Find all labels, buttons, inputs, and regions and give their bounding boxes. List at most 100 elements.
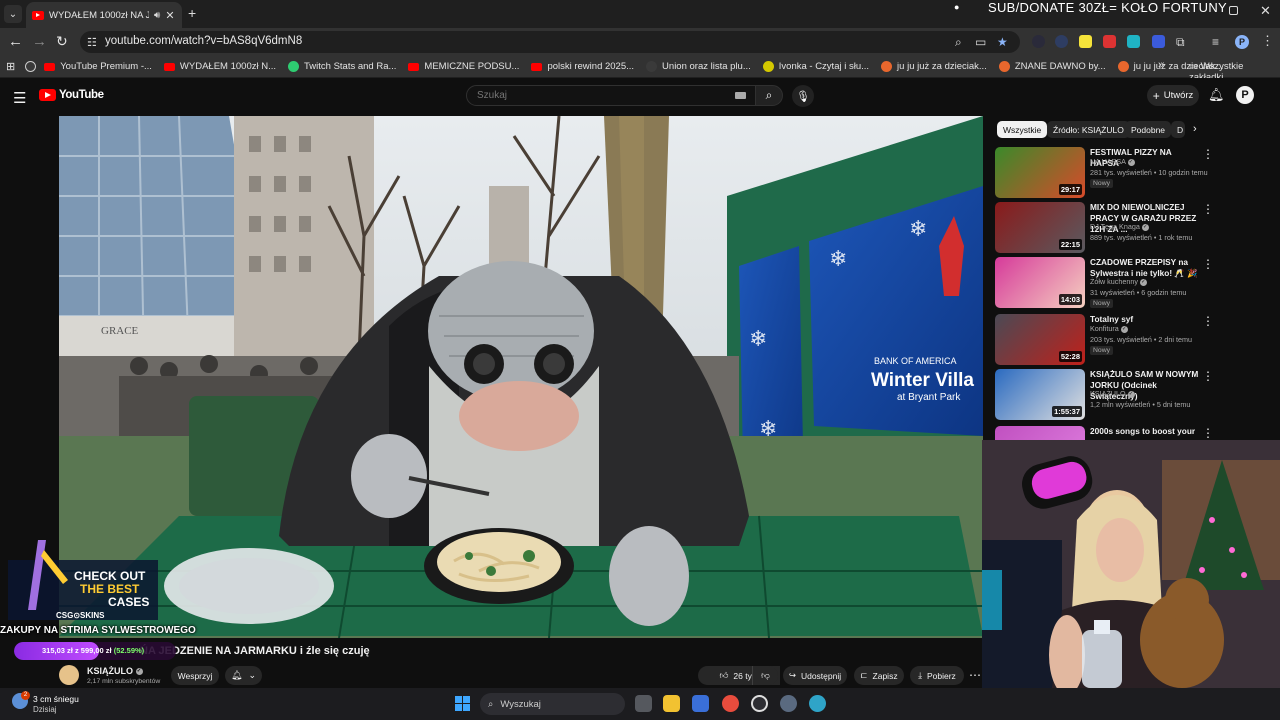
taskbar-search[interactable]: ⌕ Wyszukaj (480, 693, 625, 715)
dislike-button[interactable]: 👎︎ (752, 666, 778, 685)
chrome-menu-icon[interactable]: ⋮ (1261, 33, 1274, 49)
extension-icon[interactable] (1079, 35, 1092, 48)
search-input[interactable] (477, 90, 717, 101)
restore-window-icon[interactable] (1229, 6, 1238, 15)
recommended-video[interactable]: 14:03 CZADOWE PRZEPISY na Sylwestra i nie… (995, 257, 1225, 309)
support-button[interactable]: Wesprzyj (171, 666, 219, 685)
more-options-icon[interactable]: ⋮ (1202, 369, 1214, 383)
chip-similar[interactable]: Podobne (1125, 121, 1172, 138)
share-button[interactable]: ↪ Udostępnij (783, 666, 847, 685)
recommended-video[interactable]: 29:17 FESTIWAL PIZZY NA HAPSA NA HAPSA ✓ 28… (995, 147, 1225, 199)
reading-list-icon[interactable]: ≡ (1212, 35, 1219, 49)
file-explorer-icon[interactable] (663, 695, 680, 712)
video-thumbnail[interactable] (995, 426, 1085, 440)
create-button[interactable]: + Utwórz (1147, 85, 1199, 106)
windows-start-icon[interactable] (455, 696, 470, 711)
bookmark-item[interactable]: ju ju już za dzieciak... (881, 61, 987, 72)
recommended-video[interactable]: 1:55:37 KSIĄŻULO SAM W NOWYM JORKU (Odcin… (995, 369, 1225, 421)
recommended-video[interactable]: 2000s songs to boost your ⋮ (995, 426, 1225, 440)
chevron-right-icon[interactable]: › (1193, 123, 1197, 135)
youtube-logo[interactable]: YouTube (39, 89, 104, 101)
tab-search-button[interactable]: ⌄ (4, 5, 22, 23)
bookmark-item[interactable]: MEMICZNE PODSU... (408, 61, 519, 72)
chip-all[interactable]: Wszystkie (997, 121, 1048, 138)
bookmark-item[interactable]: Union oraz lista plu... (646, 61, 751, 72)
weather-text[interactable]: 3 cm śniegu (33, 694, 79, 704)
keyboard-icon[interactable] (735, 92, 746, 99)
new-tab-button[interactable]: + (188, 5, 196, 21)
bookmark-item[interactable]: WYDAŁEM 1000zł N... (163, 61, 276, 72)
store-icon[interactable] (692, 695, 709, 712)
more-options-icon[interactable]: ⋮ (1202, 147, 1214, 161)
chrome-icon[interactable] (722, 695, 739, 712)
video-thumbnail[interactable]: 1:55:37 (995, 369, 1085, 420)
more-options-icon[interactable]: ⋮ (1202, 314, 1214, 328)
search-icon: ⌕ (765, 88, 773, 102)
channel-name[interactable]: KSIĄŻULO ✓ (1090, 389, 1135, 398)
bookmark-icon-only[interactable] (25, 61, 37, 72)
account-avatar[interactable]: P (1236, 86, 1254, 104)
video-thumbnail[interactable]: 22:15 (995, 202, 1085, 253)
zoom-icon[interactable]: ⌕ (955, 35, 962, 50)
bookmark-star-icon[interactable]: ★ (997, 35, 1008, 49)
video-title[interactable]: 2000s songs to boost your (1090, 426, 1200, 437)
more-options-icon[interactable]: ⋮ (1202, 426, 1214, 440)
voice-search-button[interactable]: 🎙︎ (792, 85, 814, 107)
video-thumbnail[interactable]: 29:17 (995, 147, 1085, 198)
extension-icon[interactable] (1032, 35, 1045, 48)
forward-arrow-icon[interactable]: → (32, 33, 47, 50)
notifications-bell-icon[interactable]: 🔔︎ (1208, 87, 1225, 103)
extensions-puzzle-icon[interactable]: ⧉ (1176, 35, 1185, 50)
cast-icon[interactable]: ▭ (975, 35, 986, 49)
channel-name[interactable]: Konfitura ✓ (1090, 324, 1128, 333)
bookmark-item[interactable]: ZNANE DAWNO by... (998, 61, 1106, 72)
bookmark-item[interactable]: YouTube Premium -... (44, 61, 152, 72)
task-view-icon[interactable] (635, 695, 652, 712)
apps-icon[interactable]: ⊞ (6, 60, 15, 73)
bookmark-item[interactable]: polski rewind 2025... (531, 61, 634, 72)
search-button[interactable]: ⌕ (755, 85, 783, 106)
more-bookmarks-icon[interactable]: » (1158, 59, 1164, 71)
more-actions-icon[interactable]: ⋯ (969, 668, 981, 682)
extension-icon[interactable] (1055, 35, 1068, 48)
close-tab-icon[interactable]: ✕ (165, 9, 174, 22)
bookmark-item[interactable]: Twitch Stats and Ra... (288, 61, 396, 72)
menu-icon[interactable]: ☰ (13, 89, 26, 107)
speaker-icon[interactable]: 🔊︎ (154, 10, 160, 21)
back-arrow-icon[interactable]: ← (8, 33, 23, 50)
video-thumbnail[interactable]: 52:28 (995, 314, 1085, 365)
channel-name[interactable]: DJ Tęga Knaga ✓ (1090, 222, 1149, 231)
channel-name[interactable]: NA HAPSA ✓ (1090, 157, 1135, 166)
recommended-video[interactable]: 52:28 Totalny syf Konfitura ✓ 203 tys. wyśw… (995, 314, 1225, 366)
video-duration: 1:55:37 (1052, 406, 1082, 417)
channel-name[interactable]: Żółw kuchenny ✓ (1090, 277, 1147, 286)
chip-next-partial[interactable]: D (1171, 121, 1185, 138)
close-window-icon[interactable]: ✕ (1260, 3, 1271, 19)
video-player[interactable]: GRACE ❄❄❄❄❄❄ BANK OF AMERICA Winter Vill… (59, 116, 983, 638)
extension-icon[interactable] (1103, 35, 1116, 48)
more-options-icon[interactable]: ⋮ (1202, 257, 1214, 271)
notification-settings-button[interactable]: 🔔︎ ⌄ (225, 666, 262, 685)
save-button[interactable]: ⊏ Zapisz (854, 666, 904, 685)
settings-icon[interactable] (780, 695, 797, 712)
profile-avatar[interactable]: P (1235, 35, 1249, 49)
active-tab[interactable]: WYDAŁEM 1000zł NA JEDZ 🔊︎ ✕ (26, 2, 182, 28)
app-icon[interactable] (751, 695, 768, 712)
extension-icon[interactable] (1127, 35, 1140, 48)
svg-text:❄: ❄ (749, 327, 767, 352)
channel-avatar[interactable] (59, 665, 79, 685)
download-button[interactable]: ⤓ Pobierz (910, 666, 964, 685)
video-thumbnail[interactable]: 14:03 (995, 257, 1085, 308)
url-text[interactable]: youtube.com/watch?v=bAS8qV6dmN8 (105, 35, 302, 47)
bookmark-item[interactable]: Ivonka - Czytaj i słu... (762, 61, 869, 72)
reload-icon[interactable]: ↻ (56, 33, 68, 50)
more-options-icon[interactable]: ⋮ (1202, 202, 1214, 216)
chip-source[interactable]: Źródło: KSIĄŻULO (1047, 121, 1130, 138)
app-icon[interactable] (809, 695, 826, 712)
channel-name[interactable]: KSIĄŻULO ✓ (87, 666, 143, 676)
search-box[interactable] (466, 85, 756, 106)
video-title[interactable]: CZADOWE PRZEPISY na Sylwestra i nie tylk… (1090, 257, 1200, 279)
extension-icon[interactable] (1152, 35, 1165, 48)
site-info-icon[interactable]: ☷ (87, 36, 97, 49)
recommended-video[interactable]: 22:15 MIX DO NIEWOLNICZEJ PRACY W GARAŻU … (995, 202, 1225, 254)
